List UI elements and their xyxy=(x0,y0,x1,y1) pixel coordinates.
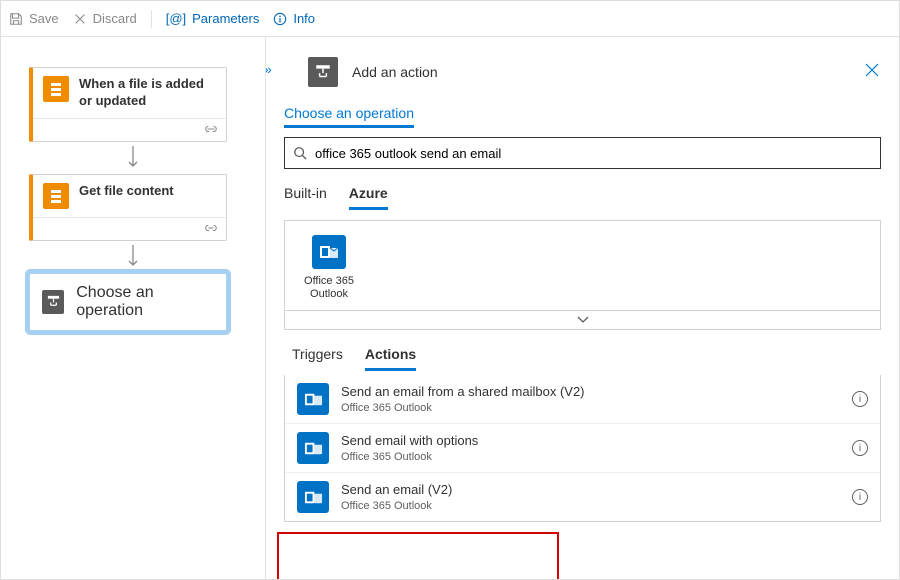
outlook-icon xyxy=(297,383,329,415)
trigger-footer xyxy=(33,118,226,141)
tab-triggers[interactable]: Triggers xyxy=(292,346,343,371)
operation-icon xyxy=(42,290,64,314)
link-icon xyxy=(204,223,218,233)
search-input[interactable] xyxy=(307,146,872,161)
close-panel-button[interactable] xyxy=(863,61,881,84)
collapse-handle[interactable]: » xyxy=(266,61,272,77)
flow-arrow xyxy=(29,146,237,170)
search-icon xyxy=(293,146,307,160)
tab-actions[interactable]: Actions xyxy=(365,346,416,371)
close-icon xyxy=(863,61,881,79)
action-title: Send an email from a shared mailbox (V2) xyxy=(341,384,585,401)
connector-box: Office 365 Outlook xyxy=(284,220,881,330)
choose-operation-card[interactable]: Choose an operation xyxy=(29,273,227,331)
trigger-card[interactable]: When a file is added or updated xyxy=(29,67,227,142)
top-toolbar: Save Discard [@] Parameters Info xyxy=(1,1,899,37)
parameters-icon: [@] xyxy=(166,11,186,26)
get-file-content-title: Get file content xyxy=(79,183,174,200)
main-area: When a file is added or updated Get file… xyxy=(1,37,899,579)
choose-operation-subtab-label[interactable]: Choose an operation xyxy=(284,105,414,128)
link-icon xyxy=(204,124,218,134)
expand-connectors[interactable] xyxy=(285,310,880,329)
category-tabs: Built-in Azure xyxy=(284,185,881,210)
action-subtitle: Office 365 Outlook xyxy=(341,401,585,415)
outlook-icon xyxy=(297,432,329,464)
discard-icon xyxy=(73,12,87,26)
outlook-icon xyxy=(297,481,329,513)
action-tabs: Triggers Actions xyxy=(292,346,881,371)
discard-label: Discard xyxy=(93,11,137,26)
search-box[interactable] xyxy=(284,137,881,169)
choose-operation-label: Choose an operation xyxy=(76,284,214,320)
operation-panel: » Add an action Choose an operation Buil… xyxy=(266,37,899,579)
save-label: Save xyxy=(29,11,59,26)
sftp-icon xyxy=(43,76,69,102)
doc-highlight xyxy=(277,532,559,579)
actions-list: Send an email from a shared mailbox (V2)… xyxy=(284,375,881,522)
action-send-shared-mailbox[interactable]: Send an email from a shared mailbox (V2)… xyxy=(285,375,880,423)
save-button[interactable]: Save xyxy=(9,11,59,26)
action-send-email-v2[interactable]: Send an email (V2) Office 365 Outlook i xyxy=(285,472,880,521)
connector-name: Office 365 Outlook xyxy=(304,275,354,300)
action-info-button[interactable]: i xyxy=(852,489,868,505)
chevron-down-icon xyxy=(577,316,589,324)
parameters-button[interactable]: [@] Parameters xyxy=(166,11,260,26)
get-file-content-footer xyxy=(33,217,226,240)
flow-arrow xyxy=(29,245,237,269)
trigger-title: When a file is added or updated xyxy=(79,76,216,110)
action-subtitle: Office 365 Outlook xyxy=(341,450,478,464)
action-title: Send an email (V2) xyxy=(341,482,452,499)
action-info-button[interactable]: i xyxy=(852,440,868,456)
info-icon xyxy=(273,12,287,26)
outlook-icon xyxy=(312,235,346,269)
operation-icon xyxy=(308,57,338,87)
sftp-icon xyxy=(43,183,69,209)
action-send-email-options[interactable]: Send email with options Office 365 Outlo… xyxy=(285,423,880,472)
tab-azure[interactable]: Azure xyxy=(349,185,388,210)
parameters-label: Parameters xyxy=(192,11,259,26)
designer-canvas: When a file is added or updated Get file… xyxy=(1,37,266,579)
info-label: Info xyxy=(293,11,315,26)
panel-title: Add an action xyxy=(352,64,438,80)
action-info-button[interactable]: i xyxy=(852,391,868,407)
action-title: Send email with options xyxy=(341,433,478,450)
connector-office365-outlook[interactable]: Office 365 Outlook xyxy=(299,235,359,300)
choose-operation-subtab: Choose an operation xyxy=(284,105,887,123)
info-button[interactable]: Info xyxy=(273,11,315,26)
tab-builtin[interactable]: Built-in xyxy=(284,185,327,210)
save-icon xyxy=(9,12,23,26)
discard-button[interactable]: Discard xyxy=(73,11,137,26)
get-file-content-card[interactable]: Get file content xyxy=(29,174,227,241)
panel-header: Add an action xyxy=(278,57,887,87)
action-subtitle: Office 365 Outlook xyxy=(341,499,452,513)
